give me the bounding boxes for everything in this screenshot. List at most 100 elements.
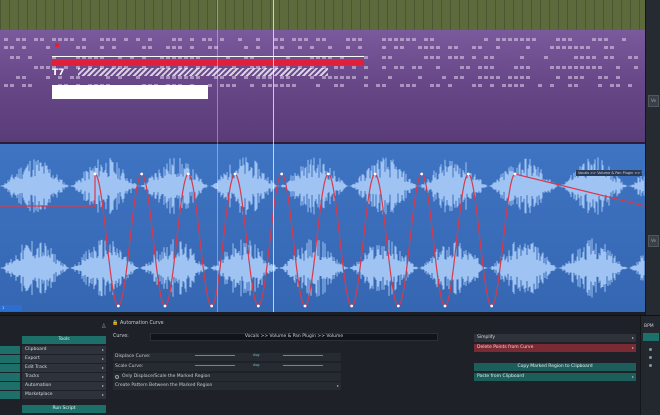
automation-point[interactable] [420,172,424,176]
midi-note[interactable] [430,46,434,49]
midi-note[interactable] [232,84,236,87]
automation-point[interactable] [513,172,517,176]
midi-note[interactable] [106,76,110,79]
midi-note[interactable] [352,76,356,79]
midi-note[interactable] [46,46,50,49]
midi-note[interactable] [178,46,182,49]
midi-note[interactable] [346,76,350,79]
midi-note[interactable] [472,56,476,59]
lock-icon[interactable]: 🔒 [112,320,118,326]
midi-note[interactable] [16,56,20,59]
midi-note[interactable] [202,38,206,41]
automation-point[interactable] [186,172,190,176]
midi-note[interactable] [424,46,428,49]
midi-note[interactable] [340,76,344,79]
midi-note[interactable] [4,84,8,87]
midi-note[interactable] [394,38,398,41]
midi-note[interactable] [64,66,68,69]
midi-note[interactable] [22,46,26,49]
midi-note[interactable] [364,56,368,59]
midi-note[interactable] [550,84,554,87]
sidebar-item-tracks[interactable]: Tracks ▸ [0,373,108,381]
midi-note[interactable] [556,38,560,41]
midi-note[interactable] [520,66,524,69]
midi-note[interactable] [382,84,386,87]
midi-note[interactable] [610,46,614,49]
midi-note[interactable] [454,46,458,49]
midi-note[interactable] [580,46,584,49]
midi-note[interactable] [118,76,122,79]
midi-note[interactable] [172,38,176,41]
midi-note[interactable] [400,84,404,87]
midi-note[interactable] [262,76,266,79]
midi-note[interactable] [574,56,578,59]
midi-note[interactable] [4,46,8,49]
midi-note[interactable] [496,38,500,41]
midi-note[interactable] [148,38,152,41]
midi-note[interactable] [418,46,422,49]
sidebar-item-label[interactable]: Automation ▸ [22,382,106,390]
midi-note[interactable] [478,76,482,79]
midi-note[interactable] [526,38,530,41]
midi-note[interactable] [382,38,386,41]
midi-note[interactable] [76,76,80,79]
midi-note[interactable] [556,46,560,49]
midi-note[interactable] [586,66,590,69]
midi-note[interactable] [586,46,590,49]
midi-note[interactable] [454,76,458,79]
midi-note[interactable] [10,84,14,87]
midi-note[interactable] [502,84,506,87]
midi-note[interactable] [22,38,26,41]
automation-point[interactable] [140,172,144,176]
midi-note[interactable] [502,38,506,41]
midi-note[interactable] [364,84,368,87]
midi-note[interactable] [598,76,602,79]
midi-note[interactable] [550,66,554,69]
midi-note[interactable] [562,38,566,41]
midi-note[interactable] [460,56,464,59]
midi-note[interactable] [574,84,578,87]
midi-note[interactable] [520,56,524,59]
midi-note[interactable] [508,84,512,87]
midi-note[interactable] [580,66,584,69]
midi-note[interactable] [220,76,224,79]
midi-note[interactable] [220,84,224,87]
midi-note[interactable] [484,38,488,41]
midi-note[interactable] [208,46,212,49]
midi-note[interactable] [316,38,320,41]
midi-note[interactable] [124,38,128,41]
midi-note[interactable] [412,66,416,69]
midi-note[interactable] [388,76,392,79]
midi-note[interactable] [172,76,176,79]
only-marked-region-option[interactable]: Only Displace/Scale the Marked Region [113,373,341,381]
midi-note[interactable] [418,76,422,79]
paste-from-clipboard-button[interactable]: Paste from Clipboard ▸ [474,373,636,381]
midi-note[interactable] [430,84,434,87]
midi-note[interactable] [322,38,326,41]
midi-note[interactable] [436,66,440,69]
midi-note[interactable] [580,76,584,79]
midi-note[interactable] [436,84,440,87]
midi-note[interactable] [496,46,500,49]
midi-note[interactable] [4,38,8,41]
midi-note[interactable] [40,38,44,41]
midi-note[interactable] [376,84,380,87]
midi-note[interactable] [10,46,14,49]
midi-note[interactable] [394,46,398,49]
midi-note[interactable] [178,76,182,79]
midi-note[interactable] [244,76,248,79]
sidebar-item-marketplace[interactable]: Marketplace ▸ [0,391,108,399]
midi-note[interactable] [418,66,422,69]
track-top-lane[interactable] [0,0,645,30]
midi-note[interactable] [412,38,416,41]
sidebar-item-label[interactable]: Clipboard ▸ [22,346,106,354]
audio-track-lane[interactable] [0,144,645,312]
midi-note[interactable] [34,38,38,41]
midi-note[interactable] [490,76,494,79]
midi-note[interactable] [334,84,338,87]
midi-note[interactable] [304,38,308,41]
automation-point[interactable] [256,304,260,308]
midi-note[interactable] [460,76,464,79]
midi-note[interactable] [526,66,530,69]
midi-note[interactable] [604,76,608,79]
